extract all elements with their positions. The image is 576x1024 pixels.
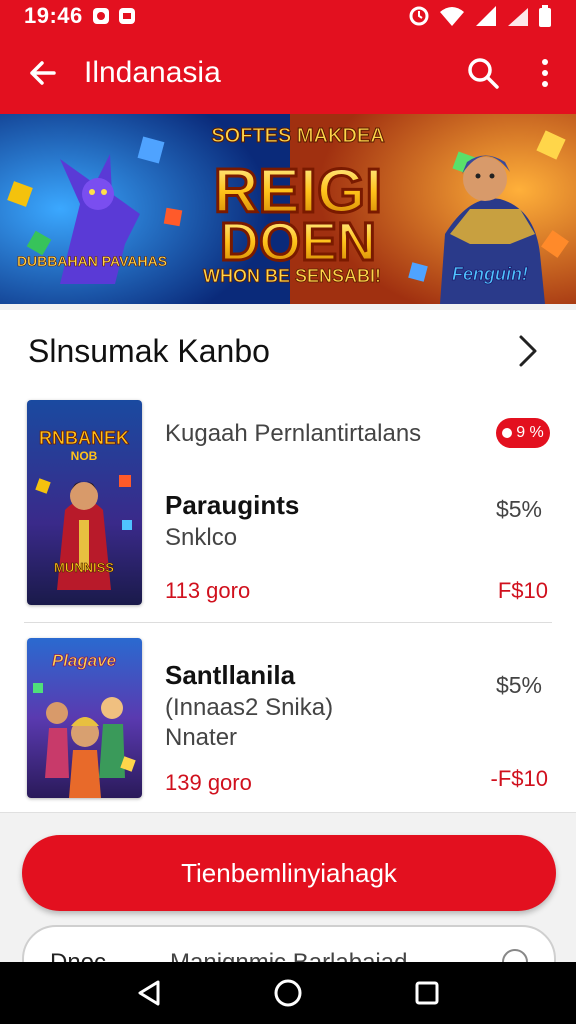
search-icon: [468, 58, 499, 89]
thumb-text-bottom: MUNNISS: [54, 560, 114, 575]
publisher-label: Kugaah Pernlantirtalans: [165, 420, 422, 447]
game-subtitle: (Innaas2 Snika): [165, 694, 334, 721]
game-size: 139 goro: [165, 770, 252, 795]
search-button[interactable]: [452, 32, 514, 114]
list-item[interactable]: RNBANEK NOB MUNNISS Kugaah Pernlantirtal…: [0, 392, 576, 612]
price-current[interactable]: F$10: [498, 578, 548, 604]
divider: [24, 622, 552, 623]
price-current[interactable]: -F$10: [491, 766, 548, 792]
more-vert-icon: [542, 59, 548, 87]
app-title: Ilndanasia: [84, 56, 221, 89]
message-icon: [118, 8, 135, 24]
bottom-actions: Tienbemlinyiahagk Dnoc Manignmic Barlaba…: [0, 812, 576, 995]
game-subtitle-2: Nnater: [165, 724, 238, 751]
more-options-button[interactable]: [514, 32, 576, 114]
battery-icon: [539, 5, 551, 27]
game-title: Santllanila: [165, 660, 296, 690]
thumb-text-top: Plagave: [52, 651, 116, 670]
notification-icon: [92, 8, 109, 24]
section-title: Slnsumak Kanbo: [28, 332, 270, 369]
discount-badge: 9 %: [496, 418, 550, 448]
section-more-button[interactable]: [508, 331, 548, 371]
system-nav-bar: [0, 962, 576, 1024]
list-item[interactable]: Plagave Santllanila (Innaas2 Snika) Nnat…: [0, 630, 576, 810]
alarm-icon: [409, 6, 429, 26]
price-original: $5%: [495, 496, 542, 522]
chevron-right-icon: [519, 335, 537, 367]
status-time: 19:46: [24, 3, 83, 28]
game-subtitle: Snklco: [165, 524, 238, 551]
section-header[interactable]: Slnsumak Kanbo: [0, 310, 576, 392]
signal-icon: [476, 6, 496, 26]
promo-banner[interactable]: SOFTES MAKDEA REIGI DOEN WHON BE SENSABI…: [0, 114, 576, 304]
nav-back-button[interactable]: [129, 973, 169, 1013]
nav-recents-button[interactable]: [407, 973, 447, 1013]
back-button[interactable]: [0, 32, 84, 114]
thumb-text-top: RNBANEK: [39, 428, 129, 448]
game-title: Paraugints: [165, 490, 300, 520]
arrow-left-icon: [30, 61, 56, 85]
status-bar: 19:46: [0, 0, 576, 32]
nav-home-button[interactable]: [268, 973, 308, 1013]
thumb-text-mid: NOB: [71, 449, 98, 463]
badge-dot-icon: [502, 428, 513, 438]
banner-right-logo: Fenguin!: [452, 264, 528, 284]
recents-square-icon: [415, 981, 439, 1005]
app-bar: Ilndanasia: [0, 32, 576, 114]
wifi-icon: [440, 7, 464, 26]
banner-sub-text: WHON BE SENSABI!: [203, 266, 381, 286]
banner-main-line2: DOEN: [220, 212, 376, 272]
game-thumbnail[interactable]: Plagave: [27, 638, 142, 798]
badge-label: 9 %: [516, 424, 544, 441]
game-thumbnail[interactable]: RNBANEK NOB MUNNISS: [27, 400, 142, 605]
price-original: $5%: [495, 672, 542, 698]
banner-top-text: SOFTES MAKDEA: [211, 125, 384, 147]
back-triangle-icon: [138, 980, 160, 1006]
game-list-card: Slnsumak Kanbo RNBANEK NOB MUNNISS Kugaa: [0, 310, 576, 812]
banner-left-logo: DUBBAHAN PAVAHAS: [17, 253, 167, 269]
signal2-icon: [508, 8, 528, 26]
home-circle-icon: [274, 979, 302, 1007]
primary-action-button[interactable]: Tienbemlinyiahagk: [22, 835, 556, 911]
game-size: 113 goro: [165, 578, 251, 603]
